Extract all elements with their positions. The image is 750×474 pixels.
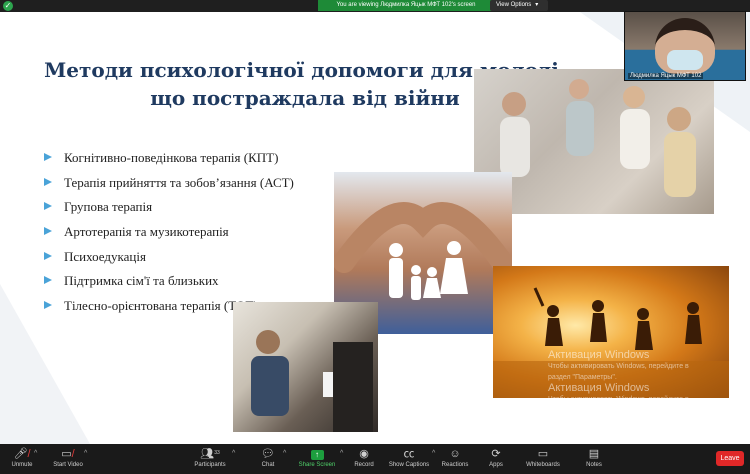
chat-label: Chat (261, 462, 275, 468)
participant-avatar (655, 18, 715, 74)
face-mask (667, 50, 703, 70)
participant-video-thumbnail[interactable]: Людмилка Яцык МФТ 102 (624, 11, 746, 81)
captions-icon: ㏄ (403, 448, 415, 460)
participants-options-caret[interactable]: ^ (232, 450, 235, 457)
share-options-caret[interactable]: ^ (340, 450, 343, 457)
leave-button[interactable]: Leave (716, 451, 744, 466)
participants-button[interactable]: 👥︎33 Participants (190, 448, 230, 474)
captions-options-caret[interactable]: ^ (432, 450, 435, 457)
watermark-line: Чтобы активировать Windows, перейдите в (548, 396, 689, 403)
bullet-triangle-icon (44, 202, 52, 211)
bullet-triangle-icon (44, 153, 52, 161)
list-item: Психоедукація (44, 247, 294, 272)
chat-icon: 💬︎ (261, 448, 275, 460)
record-icon: ◉ (359, 448, 369, 460)
unmute-button[interactable]: 🎤︎/ Unmute (8, 448, 36, 474)
shield-check-icon[interactable]: ✓ (3, 1, 13, 11)
video-options-caret[interactable]: ^ (84, 450, 87, 457)
participant-name: Людмилка Яцык МФТ 102 (628, 73, 704, 79)
list-item-text: Терапія прийняття та зобов’язання (АСТ) (64, 174, 294, 190)
screen-share-banner: You are viewing Людмилка Яцык МФТ 102's … (318, 0, 494, 11)
watermark-title: Активация Windows (548, 349, 650, 361)
microphone-muted-icon: 🎤︎/ (13, 448, 31, 460)
windows-activation-watermark: Активация Windows Чтобы активировать Win… (548, 350, 708, 416)
audio-options-caret[interactable]: ^ (34, 450, 37, 457)
bullet-triangle-icon (44, 177, 52, 186)
start-video-label: Start Video (53, 462, 83, 468)
show-captions-button[interactable]: ㏄ Show Captions (386, 448, 432, 474)
list-item-text: Тілесно-орієнтована терапія (ТОТ) (64, 298, 258, 314)
share-screen-icon: ↑ (296, 448, 338, 461)
participants-count: 33 (214, 450, 220, 456)
view-options-button[interactable]: View Options ▾ (490, 0, 548, 11)
view-options-label: View Options (496, 2, 532, 8)
reactions-button[interactable]: ☺ Reactions (440, 448, 470, 474)
list-item: Когнітивно-поведінкова терапія (КПТ) (44, 148, 294, 173)
record-button[interactable]: ◉ Record (350, 448, 378, 474)
list-item-text: Когнітивно-поведінкова терапія (КПТ) (64, 150, 279, 165)
bullet-triangle-icon (44, 276, 52, 285)
therapy-methods-list: Когнітивно-поведінкова терапія (КПТ) Тер… (44, 148, 294, 321)
list-item-text: Психоедукація (64, 248, 146, 264)
apps-icon: ⟳ (491, 448, 501, 460)
participants-icon: 👥︎33 (200, 448, 220, 460)
chat-options-caret[interactable]: ^ (283, 450, 286, 457)
record-label: Record (354, 462, 374, 468)
therapy-session-photo (233, 302, 378, 432)
reactions-icon: ☺ (449, 448, 461, 460)
apps-label: Apps (489, 462, 503, 468)
watermark-title: Активация Windows (548, 382, 650, 394)
show-captions-label: Show Captions (388, 462, 430, 468)
list-item-text: Артотерапія та музикотерапія (64, 224, 229, 240)
share-screen-button[interactable]: ↑ Share Screen (296, 448, 338, 474)
participants-label: Participants (194, 462, 226, 468)
watermark-line: раздел "Параметры". (548, 407, 617, 414)
bullet-triangle-icon (44, 227, 52, 236)
whiteboards-button[interactable]: ▭ Whiteboards (522, 448, 564, 474)
list-item: Артотерапія та музикотерапія (44, 222, 294, 247)
chat-button[interactable]: 💬︎ Chat (254, 448, 282, 474)
list-item: Групова терапія (44, 197, 294, 222)
bullet-triangle-icon (44, 301, 52, 310)
whiteboards-label: Whiteboards (526, 462, 560, 468)
notes-label: Notes (586, 462, 602, 468)
notes-icon: ▤ (588, 448, 600, 460)
list-item-text: Групова терапія (64, 199, 153, 215)
share-screen-label: Share Screen (298, 462, 336, 468)
chevron-down-icon: ▾ (535, 2, 539, 8)
list-item: Терапія прийняття та зобов’язання (АСТ) (44, 173, 294, 198)
whiteboard-icon: ▭ (537, 448, 549, 460)
video-off-icon: ▭/ (61, 448, 75, 460)
list-item-text: Підтримка сім'ї та близьких (64, 273, 219, 289)
watermark-line: Чтобы активировать Windows, перейдите в (548, 363, 689, 370)
list-item: Підтримка сім'ї та близьких (44, 271, 294, 296)
notes-button[interactable]: ▤ Notes (582, 448, 606, 474)
apps-button[interactable]: ⟳ Apps (484, 448, 508, 474)
meeting-controls-toolbar: 🎤︎/ Unmute ^ ▭/ Start Video ^ 👥︎33 Parti… (0, 444, 750, 474)
bullet-triangle-icon (44, 251, 52, 260)
reactions-label: Reactions (441, 462, 469, 468)
unmute-label: Unmute (11, 462, 33, 468)
start-video-button[interactable]: ▭/ Start Video (50, 448, 86, 474)
